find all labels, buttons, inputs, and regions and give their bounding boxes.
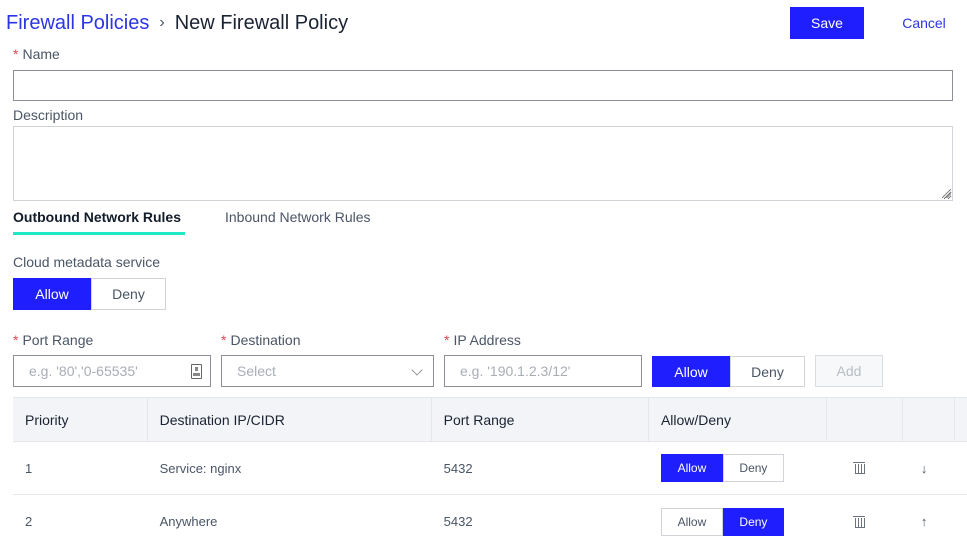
- ip-address-placeholder: e.g. '190.1.2.3/12': [460, 363, 571, 379]
- add-rule-button[interactable]: Add: [815, 355, 883, 387]
- port-range-cell: 5432: [443, 514, 473, 529]
- rules-table: Priority Destination IP/CIDR Port Range …: [13, 397, 967, 546]
- column-header-extra: [955, 398, 967, 441]
- metadata-deny-option[interactable]: Deny: [91, 278, 166, 310]
- row-allow-option[interactable]: Allow: [660, 507, 723, 536]
- move-cell: ↓: [903, 442, 955, 494]
- resize-handle-icon[interactable]: [942, 189, 951, 198]
- name-label: * Name: [13, 46, 60, 62]
- save-button[interactable]: Save: [790, 7, 864, 39]
- move-cell: ↑: [903, 495, 955, 546]
- trash-icon[interactable]: [853, 515, 866, 528]
- chevron-down-icon: [411, 364, 423, 376]
- delete-cell: [827, 495, 903, 546]
- cloud-metadata-label: Cloud metadata service: [13, 254, 161, 270]
- required-asterisk: *: [13, 332, 19, 348]
- new-rule-action-toggle: Allow Deny: [652, 356, 805, 387]
- ip-address-label-text: IP Address: [453, 332, 521, 348]
- description-textarea[interactable]: [13, 126, 953, 201]
- page-title: New Firewall Policy: [174, 11, 349, 34]
- description-label: Description: [13, 107, 84, 123]
- port-range-label-text: Port Range: [22, 332, 94, 348]
- port-range-placeholder: e.g. '80','0-65535': [29, 363, 138, 379]
- extra-cell: [955, 495, 967, 546]
- required-asterisk: *: [13, 46, 19, 62]
- port-range-input[interactable]: e.g. '80','0-65535': [13, 355, 211, 387]
- row-action-toggle: Allow Deny: [660, 507, 784, 536]
- required-asterisk: *: [221, 332, 227, 348]
- table-row: 2 Anywhere 5432 Allow Deny ↑: [13, 495, 967, 546]
- required-asterisk: *: [444, 332, 450, 348]
- column-header-priority[interactable]: Priority: [13, 398, 148, 441]
- column-header-allow-deny[interactable]: Allow/Deny: [649, 398, 828, 441]
- ip-address-label: * IP Address: [444, 332, 521, 348]
- new-rule-allow-option[interactable]: Allow: [652, 356, 730, 387]
- extra-cell: [955, 442, 967, 494]
- destination-cell: Service: nginx: [159, 460, 242, 476]
- destination-select[interactable]: Select: [221, 355, 434, 387]
- name-label-text: Name: [22, 46, 60, 62]
- chevron-right-icon: ›: [159, 14, 165, 31]
- action-cell: Allow Deny: [649, 442, 827, 494]
- tab-inbound-network-rules[interactable]: Inbound Network Rules: [225, 209, 371, 225]
- destination-label: * Destination: [221, 332, 301, 348]
- row-action-toggle: Allow Deny: [660, 454, 784, 482]
- cancel-button[interactable]: Cancel: [890, 7, 958, 39]
- active-tab-indicator: [13, 232, 185, 235]
- priority-cell: 1: [25, 460, 33, 476]
- column-header-destination[interactable]: Destination IP/CIDR: [148, 398, 432, 441]
- destination-cell: Anywhere: [159, 514, 218, 529]
- table-header: Priority Destination IP/CIDR Port Range …: [13, 397, 967, 442]
- arrow-down-icon[interactable]: ↓: [921, 461, 928, 476]
- cloud-metadata-toggle: Allow Deny: [13, 278, 166, 310]
- ip-address-input[interactable]: e.g. '190.1.2.3/12': [444, 355, 642, 387]
- name-input[interactable]: [13, 70, 953, 101]
- column-header-delete: [827, 398, 904, 441]
- action-cell: Allow Deny: [649, 495, 827, 546]
- row-deny-option[interactable]: Deny: [722, 507, 784, 536]
- destination-label-text: Destination: [230, 332, 301, 348]
- port-range-label: * Port Range: [13, 332, 93, 348]
- port-range-cell: 5432: [443, 460, 473, 476]
- trash-icon[interactable]: [853, 462, 866, 474]
- destination-placeholder: Select: [237, 363, 276, 379]
- priority-cell: 2: [25, 514, 33, 529]
- table-row: 1 Service: nginx 5432 Allow Deny ↓: [13, 442, 967, 495]
- breadcrumb-link-firewall-policies[interactable]: Firewall Policies: [6, 12, 149, 35]
- new-rule-deny-option[interactable]: Deny: [730, 356, 805, 387]
- metadata-allow-option[interactable]: Allow: [13, 278, 91, 310]
- row-deny-option[interactable]: Deny: [722, 454, 784, 482]
- delete-cell: [827, 442, 903, 494]
- column-header-port-range[interactable]: Port Range: [432, 398, 649, 441]
- column-header-move: [903, 398, 955, 441]
- arrow-up-icon[interactable]: ↑: [921, 514, 928, 529]
- breadcrumb: Firewall Policies › New Firewall Policy: [6, 10, 348, 36]
- row-allow-option[interactable]: Allow: [660, 454, 723, 482]
- number-stepper-icon[interactable]: [191, 364, 202, 379]
- tab-outbound-network-rules[interactable]: Outbound Network Rules: [13, 209, 181, 225]
